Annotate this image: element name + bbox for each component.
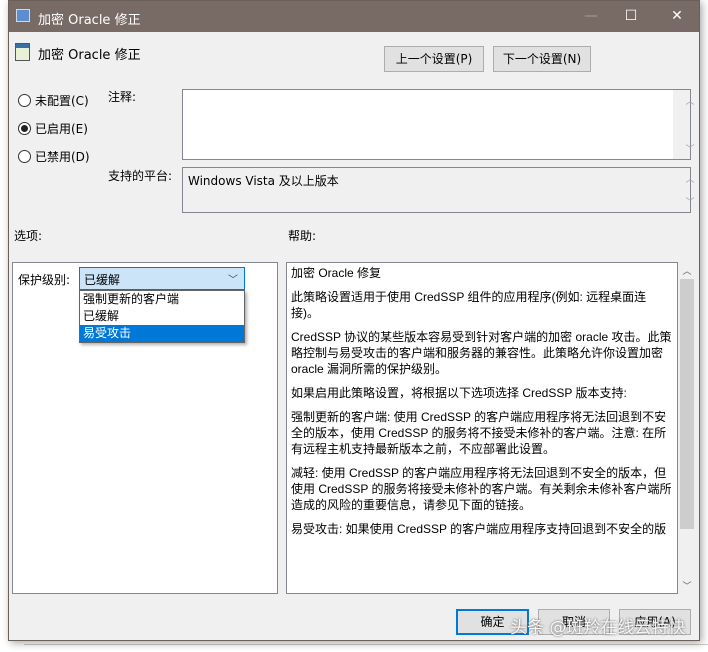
ok-button[interactable]: 确定 (456, 609, 529, 635)
apply-button[interactable]: 应用(A) (619, 609, 691, 635)
protection-level-label: 保护级别: (18, 273, 71, 287)
platform-label: 支持的平台: (108, 169, 173, 183)
help-paragraph: 此策略设置适用于使用 CredSSP 组件的应用程序(例如: 远程桌面连接)。 (291, 290, 647, 320)
help-scrollbar[interactable]: ︿ ﹀ (679, 262, 695, 594)
radio-circle[interactable] (18, 94, 31, 107)
next-setting-button[interactable]: 下一个设置(N) (493, 46, 591, 72)
help-paragraph: 减轻: 使用 CredSSP 的客户端应用程序将无法回退到不安全的版本，但使用 … (291, 466, 672, 512)
help-paragraph: 如果启用此策略设置，将根据以下选项选择 CredSSP 版本支持: (291, 386, 627, 400)
scroll-down-icon[interactable]: ﹀ (682, 142, 699, 155)
radio-circle[interactable] (18, 150, 31, 163)
protection-level-select[interactable]: 已缓解 ﹀ (79, 267, 245, 290)
close-button[interactable]: ✕ (657, 1, 697, 32)
comment-scrollbar[interactable]: ︿ ﹀ (673, 90, 695, 159)
scroll-up-icon[interactable]: ︿ (679, 264, 695, 277)
dropdown-option[interactable]: 已缓解 (80, 308, 244, 325)
selected-value: 已缓解 (84, 273, 121, 287)
cancel-button[interactable]: 取消 (538, 609, 610, 635)
help-paragraph: 易受攻击: 如果使用 CredSSP 的客户端应用程序支持回退到不安全的版 (291, 522, 667, 536)
radio-label: 已启用(E) (35, 122, 88, 136)
policy-icon (15, 43, 30, 61)
dropdown-option-highlighted[interactable]: 易受攻击 (80, 325, 244, 342)
maximize-button[interactable]: ☐ (611, 1, 651, 32)
scroll-down-icon[interactable]: ﹀ (679, 579, 695, 592)
radio-enabled[interactable]: 已启用(E) (18, 120, 88, 137)
radio-circle[interactable] (18, 122, 31, 135)
radio-disabled[interactable]: 已禁用(D) (18, 148, 90, 165)
minimize-button[interactable]: — (571, 1, 611, 32)
radio-not-configured[interactable]: 未配置(C) (18, 92, 89, 109)
help-paragraph: 强制更新的客户端: 使用 CredSSP 的客户端应用程序将无法回退到不安全的版… (291, 410, 667, 456)
policy-title: 加密 Oracle 修正 (38, 48, 141, 63)
protection-level-dropdown-list: 强制更新的客户端 已缓解 易受攻击 (79, 290, 245, 343)
platform-field: Windows Vista 及以上版本 ︿ ﹀ (182, 167, 695, 213)
platform-value: Windows Vista 及以上版本 (188, 174, 339, 188)
title-bar[interactable]: 加密 Oracle 修正 — ☐ ✕ (9, 1, 699, 32)
platform-scrollbar[interactable]: ︿ ﹀ (673, 168, 695, 212)
radio-label: 已禁用(D) (35, 150, 90, 164)
help-paragraph: 加密 Oracle 修复 (291, 266, 382, 280)
help-label: 帮助: (288, 229, 317, 243)
radio-label: 未配置(C) (35, 94, 89, 108)
help-paragraph: CredSSP 协议的某些版本容易受到针对客户端的加密 oracle 攻击。此策… (291, 330, 672, 376)
scrollbar-thumb[interactable] (680, 279, 694, 529)
app-icon (16, 9, 30, 22)
scroll-up-icon[interactable]: ︿ (682, 172, 699, 185)
comment-textarea[interactable]: ︿ ﹀ (182, 89, 695, 160)
background-divider (24, 644, 708, 652)
scroll-down-icon[interactable]: ﹀ (682, 195, 699, 208)
scroll-up-icon[interactable]: ︿ (682, 94, 699, 107)
dropdown-option[interactable]: 强制更新的客户端 (80, 291, 244, 308)
comment-label: 注释: (108, 90, 137, 104)
help-text: 加密 Oracle 修复 此策略设置适用于使用 CredSSP 组件的应用程序(… (286, 262, 678, 594)
policy-dialog: 加密 Oracle 修正 — ☐ ✕ 加密 Oracle 修正 上一个设置(P)… (8, 0, 700, 641)
previous-setting-button[interactable]: 上一个设置(P) (384, 46, 484, 72)
chevron-down-icon[interactable]: ﹀ (228, 271, 238, 286)
options-label: 选项: (14, 229, 43, 243)
window-title: 加密 Oracle 修正 (38, 13, 141, 28)
